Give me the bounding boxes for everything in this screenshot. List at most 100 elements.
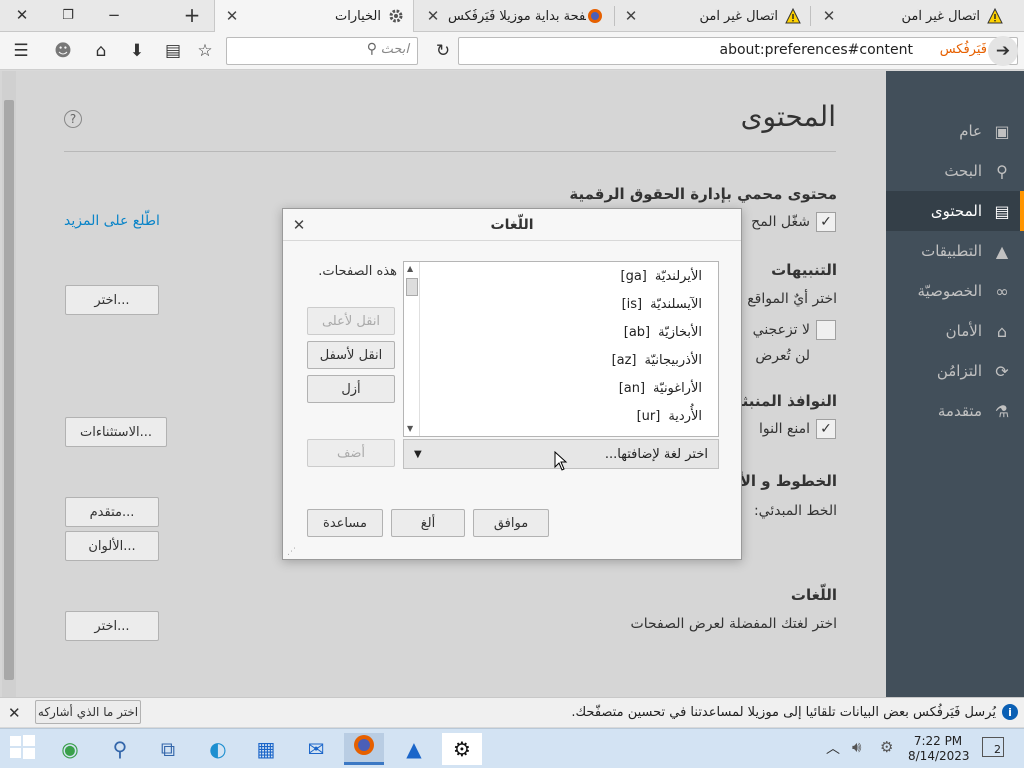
sidebar-item-privacy[interactable]: ∞ الخصوصيّة	[886, 271, 1024, 311]
new-tab-button[interactable]: +	[170, 0, 214, 30]
firefox-icon	[586, 7, 604, 25]
move-up-button[interactable]: انقل لأعلى	[307, 307, 395, 335]
volume-icon[interactable]: 🔊︎	[852, 738, 861, 756]
taskbar-firefox[interactable]	[344, 733, 384, 765]
task-view-button[interactable]: ⧉	[148, 733, 188, 765]
taskbar-globe-app[interactable]: ◉	[50, 733, 90, 765]
taskbar-photos[interactable]: ▲	[394, 733, 434, 765]
preferences-sidebar: ▣ عام ⚲ البحث ▤ المحتوى ▲ التطبيقات ∞ ال…	[886, 71, 1024, 697]
taskbar-store[interactable]: ▦	[246, 733, 286, 765]
back-button[interactable]: ➔	[988, 36, 1018, 66]
language-name: الأبخازيّة	[658, 324, 702, 340]
sidebar-item-label: الأمان	[945, 322, 982, 340]
colors-button[interactable]: الألوان...	[65, 531, 159, 561]
tab-insecure-2[interactable]: ✕ اتصال غير آمن	[812, 0, 1012, 32]
sync-icon: ⟳	[995, 361, 1009, 381]
home-button[interactable]: ⌂	[86, 36, 116, 66]
scroll-up-icon[interactable]: ▲	[407, 264, 413, 273]
start-button[interactable]	[2, 733, 42, 765]
language-name: الأراغونيّة	[653, 380, 702, 396]
list-item[interactable]: [ab] الأبخازيّة	[422, 318, 712, 346]
list-item[interactable]: [az] الأذربيجانيّة	[422, 346, 712, 374]
downloads-button[interactable]: ⬇	[122, 36, 152, 66]
add-button[interactable]: أضف	[307, 439, 395, 467]
notifications-choose-button[interactable]: اختر...	[65, 285, 159, 315]
list-item[interactable]: [is] الآيسلنديّة	[422, 290, 712, 318]
search-input[interactable]: ابحث ⚲	[226, 37, 418, 65]
restore-window-button[interactable]: ❐	[46, 0, 90, 30]
sidebar-item-sync[interactable]: ⟳ التزامُن	[886, 351, 1024, 391]
sidebar-item-label: الخصوصيّة	[917, 282, 982, 300]
language-code: [ga]	[620, 268, 647, 284]
close-window-button[interactable]: ✕	[0, 0, 44, 30]
settings-tray-icon[interactable]: ⚙	[880, 738, 893, 756]
taskbar-edge[interactable]: ◐	[198, 733, 238, 765]
minimize-window-button[interactable]: −	[92, 0, 136, 30]
close-tab-icon[interactable]: ✕	[223, 7, 241, 25]
dialog-close-button[interactable]: ✕	[289, 215, 309, 235]
url-bar[interactable]: about:preferences#content فَيَرفُكس	[458, 37, 1018, 65]
language-code: [ab]	[623, 324, 651, 340]
cancel-button[interactable]: ألغ	[391, 509, 465, 537]
resize-grip[interactable]: ⋰	[287, 547, 296, 557]
language-code: [ur]	[636, 408, 661, 424]
notification-text: يُرسل فَيَرفُكس بعض البيانات تلقائيا إلى…	[571, 705, 996, 720]
dnd-subtext: لن تُعرض	[755, 348, 810, 364]
remove-button[interactable]: أزل	[307, 375, 395, 403]
action-center-button[interactable]: 2	[982, 737, 1004, 757]
fonts-advanced-button[interactable]: متقدم...	[65, 497, 159, 527]
list-item[interactable]: [an] الأراغونيّة	[422, 374, 712, 402]
taskbar-search[interactable]: ⚲	[100, 733, 140, 765]
tab-firefox-start[interactable]: ✕ صفحة بداية موزيلا فَيَرفُكس	[416, 0, 612, 32]
popups-checkbox[interactable]: ✓	[816, 419, 836, 439]
taskbar-mail[interactable]: ✉	[296, 733, 336, 765]
tab-label: اتصال غير آمن	[901, 8, 980, 24]
reload-button[interactable]: ↻	[428, 36, 458, 66]
sidebar-item-general[interactable]: ▣ عام	[886, 111, 1024, 151]
gear-icon	[387, 7, 405, 25]
search-icon: ⚲	[366, 41, 377, 57]
star-icon: ☆	[197, 41, 213, 61]
sidebar-item-content[interactable]: ▤ المحتوى	[886, 191, 1024, 231]
dnd-checkbox[interactable]	[816, 320, 836, 340]
applications-icon: ▲	[995, 241, 1009, 261]
language-list-scrollbar[interactable]: ▲ ▼	[404, 262, 420, 436]
close-tab-icon[interactable]: ✕	[424, 7, 442, 25]
arrow-right-icon: ➔	[995, 41, 1011, 61]
tab-options[interactable]: ✕ الخيارات	[214, 0, 414, 32]
help-icon[interactable]: ?	[64, 110, 82, 128]
bookmark-button[interactable]: ☆	[190, 36, 220, 66]
scroll-down-icon[interactable]: ▼	[407, 424, 413, 433]
move-down-button[interactable]: انقل لأسفل	[307, 341, 395, 369]
taskbar-settings[interactable]: ⚙	[442, 733, 482, 765]
choose-what-to-share-button[interactable]: اختر ما الذي أشاركه	[35, 700, 141, 724]
sidebar-item-advanced[interactable]: ⚗ متقدمة	[886, 391, 1024, 431]
tab-insecure-1[interactable]: ✕ اتصال غير آمن	[614, 0, 810, 32]
clock-date[interactable]: 8/14/2023	[908, 749, 970, 763]
ok-button[interactable]: موافق	[473, 509, 549, 537]
clock-time[interactable]: 7:22 PM	[908, 734, 968, 748]
pocket-button[interactable]: ☻	[48, 36, 78, 66]
close-notification-icon[interactable]: ✕	[8, 704, 21, 722]
show-hidden-icons-chevron[interactable]: ︿	[826, 738, 840, 758]
list-item[interactable]: [ur] الأُردية	[422, 402, 712, 430]
drm-checkbox[interactable]: ✓	[816, 212, 836, 232]
language-list[interactable]: ▲ ▼ [ga] الأيرلنديّة [is] الآيسلنديّة [a…	[403, 261, 719, 437]
library-button[interactable]: ▤	[158, 36, 188, 66]
gear-icon: ⚙	[453, 737, 471, 761]
exceptions-button[interactable]: الاستثناءات...	[65, 417, 167, 447]
list-item[interactable]: [ga] الأيرلنديّة	[422, 262, 712, 290]
mouse-cursor	[554, 450, 568, 475]
sidebar-item-security[interactable]: ⌂ الأمان	[886, 311, 1024, 351]
sidebar-item-applications[interactable]: ▲ التطبيقات	[886, 231, 1024, 271]
close-tab-icon[interactable]: ✕	[820, 7, 838, 25]
list-scroll-thumb[interactable]	[406, 278, 418, 296]
sidebar-item-search[interactable]: ⚲ البحث	[886, 151, 1024, 191]
close-tab-icon[interactable]: ✕	[622, 7, 640, 25]
help-button[interactable]: مساعدة	[307, 509, 383, 537]
language-code: [an]	[618, 380, 646, 396]
scrollbar-thumb[interactable]	[4, 100, 14, 680]
learn-more-link[interactable]: اطّلع على المزيد	[64, 213, 160, 229]
menu-button[interactable]: ☰	[6, 36, 36, 66]
languages-choose-button[interactable]: اختر...	[65, 611, 159, 641]
